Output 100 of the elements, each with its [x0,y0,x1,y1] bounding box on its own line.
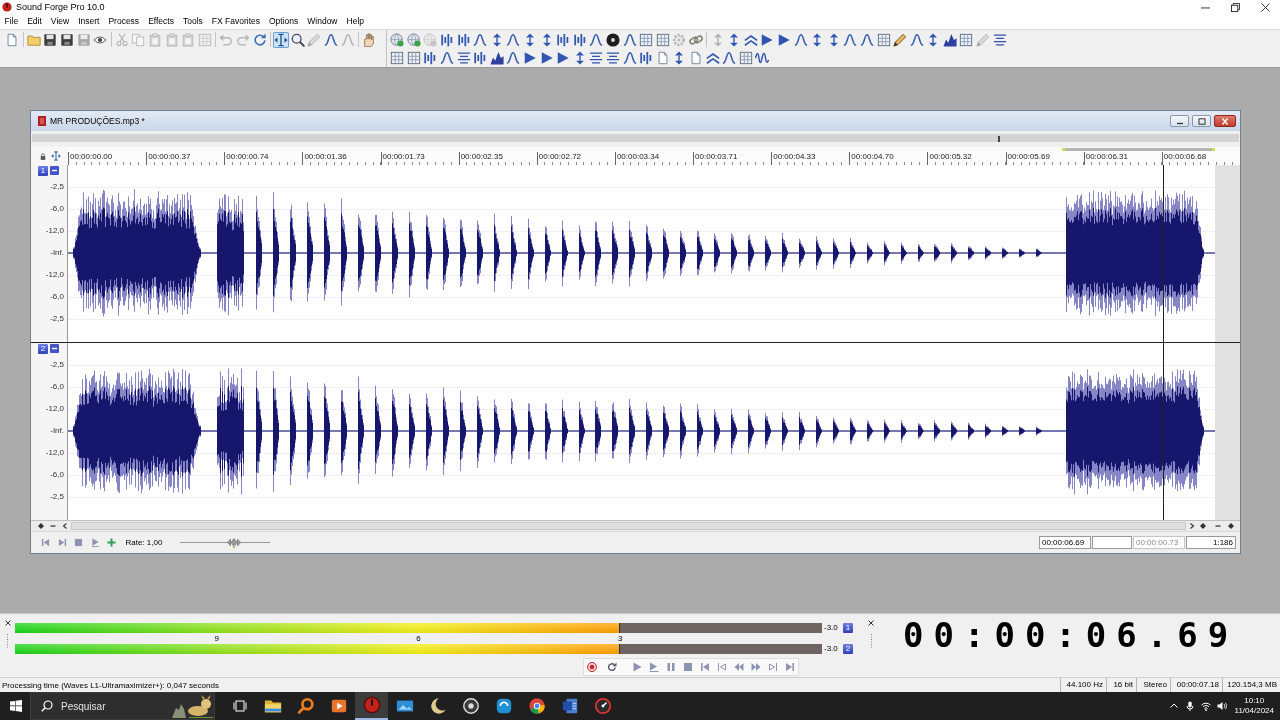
loop-icon[interactable] [607,662,617,672]
curve-icon[interactable] [908,31,925,48]
channel-button[interactable]: 1 [38,165,48,176]
curve-icon[interactable] [792,31,809,48]
fast-forward-icon[interactable] [751,662,761,672]
menu-item[interactable]: View [46,15,74,28]
skip-to-end-icon[interactable] [57,538,67,547]
skip-to-start-icon[interactable] [700,662,710,672]
play-icon[interactable] [90,538,100,547]
lock-icon[interactable] [40,152,46,160]
step-back-icon[interactable] [717,662,727,672]
grid-icon[interactable] [958,31,975,48]
curve-icon[interactable] [621,50,638,66]
slider-thumb[interactable] [226,537,241,548]
menu-item[interactable]: Tools [178,15,208,28]
channel-button[interactable]: 1 [843,623,853,633]
time-field[interactable] [1092,536,1132,549]
speaker-icon[interactable] [1216,701,1227,711]
grid-icon[interactable] [638,31,655,48]
channel-button[interactable]: 2 [843,644,853,654]
grip-icon[interactable] [869,634,873,649]
minus-icon[interactable] [50,166,59,175]
lines-icon[interactable] [455,50,472,66]
clock-time[interactable]: 10:10 [1244,696,1265,706]
minus-icon[interactable] [50,344,59,353]
horizontal-scrollbar[interactable] [71,522,1186,530]
search-box[interactable]: Pesquisar [30,692,215,720]
clock-date[interactable]: 11/04/2024 [1234,706,1274,716]
menu-item[interactable]: FX Favorites [207,15,265,28]
time-field[interactable]: 1:186 [1186,536,1236,549]
task-view-icon[interactable] [233,700,247,712]
menu-item[interactable]: Window [302,15,342,28]
globe-icon[interactable] [389,31,406,48]
grid-icon[interactable] [405,50,422,66]
curve-icon[interactable] [505,50,522,66]
stop-icon[interactable] [683,662,693,672]
grip-icon[interactable] [6,634,9,649]
curve-icon[interactable] [621,31,638,48]
skip-to-start-icon[interactable] [41,538,50,547]
menu-item[interactable]: Insert [73,15,104,28]
grid-icon[interactable] [875,31,892,48]
taskbar-button[interactable] [355,692,388,720]
maximize-button[interactable] [1192,115,1211,127]
restore-icon[interactable] [1230,2,1240,12]
text-cursor-icon[interactable] [51,151,61,161]
close-icon[interactable] [1260,2,1270,12]
globe-icon[interactable] [405,31,422,48]
curve-icon[interactable] [858,31,875,48]
search-field[interactable]: Pesquisar [61,698,170,714]
menu-item[interactable]: Edit [22,15,47,28]
magnifier-icon[interactable] [289,31,306,48]
curve-icon[interactable] [505,31,522,48]
diamond-icon[interactable] [1200,523,1206,529]
lines-icon[interactable] [605,50,621,66]
plus-icon[interactable] [107,538,116,547]
chevron-left-icon[interactable] [62,523,68,529]
menu-item[interactable]: Options [264,15,303,28]
channel-button[interactable]: 2 [38,343,48,354]
menu-item[interactable]: File [0,15,23,28]
refresh-icon[interactable] [251,31,268,48]
minus-icon[interactable] [1215,523,1221,529]
play-icon[interactable] [632,662,642,672]
curve-icon[interactable] [439,50,456,66]
pencil-icon[interactable] [892,31,909,48]
document-icon[interactable] [688,50,704,66]
disc-icon[interactable] [605,31,621,48]
curve-icon[interactable] [721,50,738,66]
lines-icon[interactable] [588,50,605,66]
minimize-button[interactable] [1170,115,1189,127]
bars-icon[interactable] [455,31,472,48]
step-forward-icon[interactable] [768,662,778,672]
record-icon[interactable] [587,662,597,672]
text-cursor-icon[interactable] [273,31,290,48]
microphone-icon[interactable] [1184,701,1195,711]
curve-icon[interactable] [472,31,489,48]
close-icon[interactable] [868,620,874,626]
wave-icon[interactable] [754,50,771,66]
curve-icon[interactable] [588,31,605,48]
stop-icon[interactable] [74,538,83,547]
menu-item[interactable]: Help [342,15,369,28]
time-field[interactable]: 00:00:06.69 [1039,536,1091,549]
pause-icon[interactable] [666,662,676,672]
curve-icon[interactable] [323,31,339,48]
close-icon[interactable] [4,620,11,626]
close-button[interactable] [1214,115,1236,127]
rewind-icon[interactable] [734,662,744,672]
chevron-right-icon[interactable] [1189,523,1195,529]
skip-to-end-icon[interactable] [785,662,795,672]
menu-item[interactable]: Process [103,15,144,28]
grid-icon[interactable] [737,50,754,66]
diamond-icon[interactable] [38,523,44,529]
curve-icon[interactable] [842,31,859,48]
mountain-icon[interactable] [941,31,958,48]
minus-icon[interactable] [50,523,56,529]
diamond-icon[interactable] [1228,523,1234,529]
grid-icon[interactable] [389,50,406,66]
start-icon[interactable] [10,700,22,712]
play-all-icon[interactable] [649,662,659,672]
chevrons-icon[interactable] [704,50,721,66]
bars-icon[interactable] [571,31,588,48]
